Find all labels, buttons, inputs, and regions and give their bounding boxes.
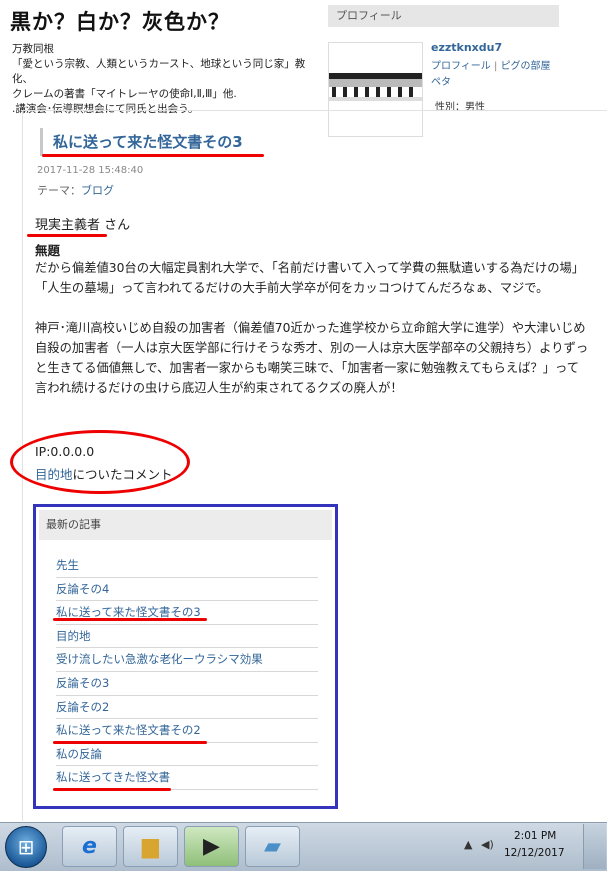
comment-paragraph: だから偏差値30台の大幅定員割れ大学で、「名前だけ書いて入って学費の無駄遣いする… bbox=[35, 261, 585, 295]
recent-article-link[interactable]: 私に送って来た怪文書その3 bbox=[56, 601, 318, 625]
recent-article-link[interactable]: 私の反論 bbox=[56, 743, 318, 767]
profile-username[interactable]: ezztknxdu7 bbox=[431, 41, 502, 54]
recent-article-link[interactable]: 受け流したい急激な老化ーウラシマ効果 bbox=[56, 648, 318, 672]
recent-article-link[interactable]: 私に送って来た怪文書その2 bbox=[56, 719, 318, 743]
clock-time[interactable]: 2:01 PM bbox=[514, 830, 556, 842]
red-ellipse-annotation bbox=[10, 430, 190, 494]
blog-description-line: クレームの著書「マイトレーヤの使命Ⅰ,Ⅱ,Ⅲ」他. bbox=[12, 88, 237, 100]
comment-author-name[interactable]: 現実主義者 bbox=[35, 218, 100, 233]
volume-icon[interactable]: ◀) bbox=[481, 838, 494, 851]
theme-link[interactable]: ブログ bbox=[81, 184, 114, 197]
taskbar-explorer-button[interactable]: ▆ bbox=[123, 826, 178, 867]
media-icon: ▶ bbox=[203, 834, 220, 859]
red-underline-annotation bbox=[53, 618, 207, 621]
blog-description-line: 「愛という宗教、人類というカースト、地球という同じ家」教化、 bbox=[12, 58, 306, 85]
recent-article-link[interactable]: 私に送ってきた怪文書 bbox=[56, 766, 318, 790]
link-separator: | bbox=[494, 61, 498, 72]
comment-subject: 無題 bbox=[35, 243, 61, 258]
windows-logo-icon: ⊞ bbox=[17, 835, 35, 859]
theme-label: テーマ： bbox=[37, 184, 81, 197]
profile-link[interactable]: プロフィール bbox=[431, 61, 491, 72]
taskbar-ie-button[interactable]: e bbox=[62, 826, 117, 867]
pig-room-link[interactable]: ピグの部屋 bbox=[501, 61, 551, 72]
comment-body: だから偏差値30台の大幅定員割れ大学で、「名前だけ書いて入って学費の無駄遣いする… bbox=[35, 258, 590, 398]
ie-icon: e bbox=[82, 834, 97, 859]
red-underline-annotation bbox=[53, 741, 207, 744]
comment-author-suffix: さん bbox=[100, 218, 131, 233]
entry-theme: テーマ：ブログ bbox=[37, 182, 114, 198]
blog-title[interactable]: 黒か？白か？灰色か？ bbox=[10, 6, 230, 36]
entry-date: 2017-11-28 15:48:40 bbox=[37, 165, 144, 176]
recent-article-link[interactable]: 先生 bbox=[56, 554, 318, 578]
peta-link[interactable]: ペタ bbox=[431, 77, 451, 88]
recent-articles-box: 最新の記事 先生 反論その4 私に送って来た怪文書その3 目的地 受け流したい急… bbox=[33, 504, 338, 809]
recent-article-link[interactable]: 反論その2 bbox=[56, 696, 318, 720]
red-underline-annotation bbox=[42, 154, 264, 157]
tray-arrow-icon[interactable]: ▲ bbox=[464, 838, 472, 851]
comment-paragraph: 神戸･滝川高校いじめ自殺の加害者（偏差値70近かった進学校から立命館大学に進学）… bbox=[35, 321, 589, 395]
comment-author: 現実主義者 さん bbox=[35, 214, 130, 233]
explorer-icon: ▆ bbox=[142, 834, 159, 859]
profile-links: プロフィール | ピグの部屋 ペタ bbox=[431, 59, 561, 91]
entry-title[interactable]: 私に送って来た怪文書その3 bbox=[53, 133, 243, 151]
taskbar-notepad-button[interactable]: ▰ bbox=[245, 826, 300, 867]
recent-article-link[interactable]: 反論その3 bbox=[56, 672, 318, 696]
show-desktop-button[interactable] bbox=[583, 824, 606, 869]
profile-heading: プロフィール bbox=[328, 5, 559, 27]
blog-description-line: 万教同根 bbox=[12, 43, 54, 55]
recent-article-link[interactable]: 反論その4 bbox=[56, 578, 318, 602]
recent-article-link[interactable]: 目的地 bbox=[56, 625, 318, 649]
red-underline-annotation bbox=[53, 788, 171, 791]
red-underline-annotation bbox=[27, 234, 107, 237]
notepad-icon: ▰ bbox=[264, 834, 281, 859]
taskbar: ⊞ e ▆ ▶ ▰ ▲ ◀) 2:01 PM 12/12/2017 bbox=[0, 822, 607, 871]
blog-description: 万教同根 「愛という宗教、人類というカースト、地球という同じ家」教化、 クレーム… bbox=[12, 42, 312, 117]
clock-date[interactable]: 12/12/2017 bbox=[504, 847, 565, 859]
taskbar-media-button[interactable]: ▶ bbox=[184, 826, 239, 867]
start-button[interactable]: ⊞ bbox=[5, 826, 47, 868]
recent-articles-heading: 最新の記事 bbox=[39, 510, 332, 540]
entry-title-wrap: 私に送って来た怪文書その3 bbox=[40, 128, 243, 156]
